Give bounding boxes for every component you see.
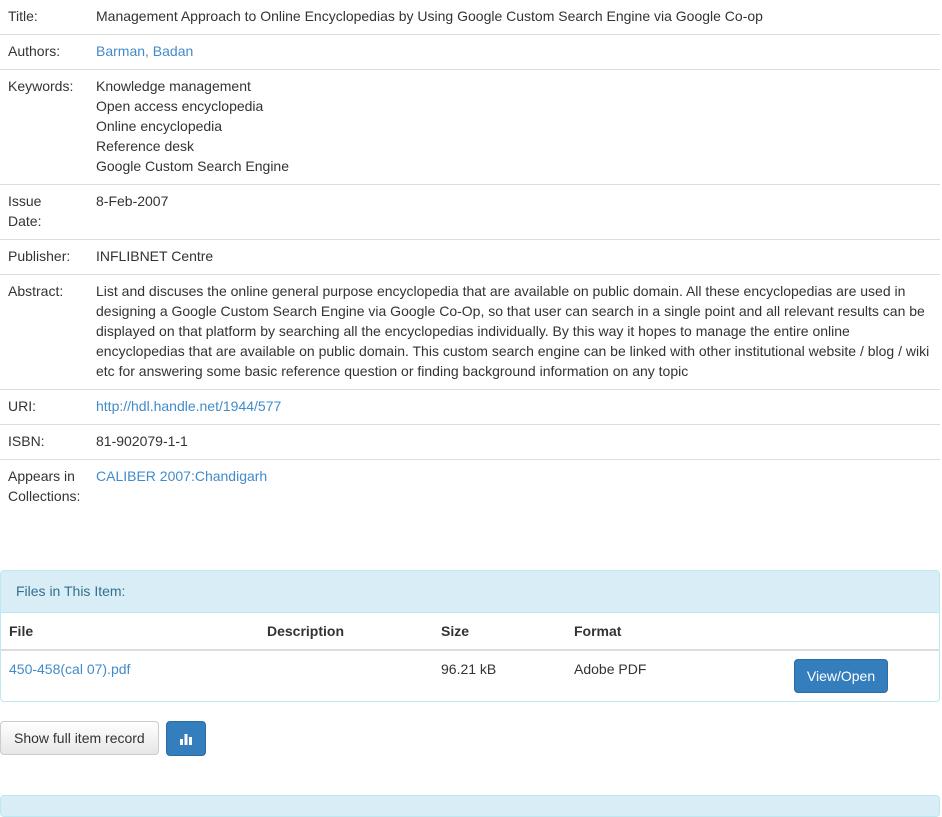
show-full-record-button[interactable]: Show full item record: [0, 721, 159, 755]
collections-label: Appears in Collections:: [0, 459, 88, 514]
table-row: 450-458(cal 07).pdf 96.21 kB Adobe PDF V…: [1, 650, 939, 701]
abstract-value: List and discuses the online general pur…: [88, 274, 940, 390]
keywords-list: Knowledge management Open access encyclo…: [88, 69, 940, 185]
abstract-row: Abstract: List and discuses the online g…: [0, 274, 940, 390]
statistics-button[interactable]: [165, 721, 206, 756]
next-panel-edge: [0, 795, 940, 817]
title-value: Management Approach to Online Encycloped…: [96, 8, 763, 24]
abstract-label: Abstract:: [0, 274, 88, 390]
isbn-value: 81-902079-1-1: [88, 424, 940, 460]
keywords-label: Keywords:: [0, 69, 88, 185]
view-open-button[interactable]: View/Open: [794, 659, 888, 693]
item-actions: Show full item record: [0, 721, 206, 756]
files-header-row: File Description Size Format: [1, 613, 939, 651]
column-header-file: File: [1, 613, 259, 651]
file-description: [259, 650, 433, 701]
issue-date-label: Issue Date:: [0, 184, 88, 240]
collections-label-line2: Collections:: [8, 488, 81, 504]
keyword: Google Custom Search Engine: [96, 158, 289, 174]
files-panel-heading: Files in This Item:: [1, 571, 939, 613]
keywords-row: Keywords: Knowledge management Open acce…: [0, 69, 940, 185]
issue-date-label-line1: Issue: [8, 193, 42, 209]
file-link[interactable]: 450-458(cal 07).pdf: [9, 661, 130, 677]
publisher-row: Publisher: INFLIBNET Centre: [0, 239, 940, 275]
keyword: Knowledge management: [96, 78, 251, 94]
isbn-label: ISBN:: [0, 424, 88, 460]
keyword: Reference desk: [96, 138, 195, 154]
file-format: Adobe PDF: [574, 661, 647, 677]
column-header-size: Size: [433, 613, 566, 651]
keyword: Online encyclopedia: [96, 118, 223, 134]
uri-link[interactable]: http://hdl.handle.net/1944/577: [96, 398, 281, 414]
collection-link[interactable]: CALIBER 2007:Chandigarh: [96, 468, 267, 484]
column-header-action: [780, 613, 939, 651]
bar-chart-icon: [179, 734, 192, 745]
files-panel: Files in This Item: File Description Siz…: [0, 570, 940, 702]
issue-date-value: 8-Feb-2007: [88, 184, 940, 240]
isbn-row: ISBN: 81-902079-1-1: [0, 424, 940, 460]
files-table: File Description Size Format 450-458(cal…: [1, 613, 939, 701]
uri-row: URI: http://hdl.handle.net/1944/577: [0, 389, 940, 425]
column-header-format: Format: [566, 613, 780, 651]
file-size: 96.21 kB: [441, 661, 497, 677]
issue-date-row: Issue Date: 8-Feb-2007: [0, 184, 940, 240]
keyword: Open access encyclopedia: [96, 98, 264, 114]
author-link[interactable]: Barman, Badan: [96, 43, 193, 59]
column-header-description: Description: [259, 613, 433, 651]
uri-label: URI:: [0, 389, 88, 425]
issue-date-label-line2: Date:: [8, 213, 42, 229]
collections-label-line1: Appears in: [8, 468, 75, 484]
authors-row: Authors: Barman, Badan: [0, 34, 940, 70]
publisher-value: INFLIBNET Centre: [88, 239, 940, 275]
collections-row: Appears in Collections: CALIBER 2007:Chan…: [0, 459, 940, 514]
title-label: Title:: [8, 8, 38, 24]
title-row: Title: Management Approach to Online Enc…: [0, 0, 940, 35]
publisher-label: Publisher:: [0, 239, 88, 275]
item-metadata-table: Title: Management Approach to Online Enc…: [0, 0, 940, 514]
authors-label: Authors:: [0, 34, 88, 70]
